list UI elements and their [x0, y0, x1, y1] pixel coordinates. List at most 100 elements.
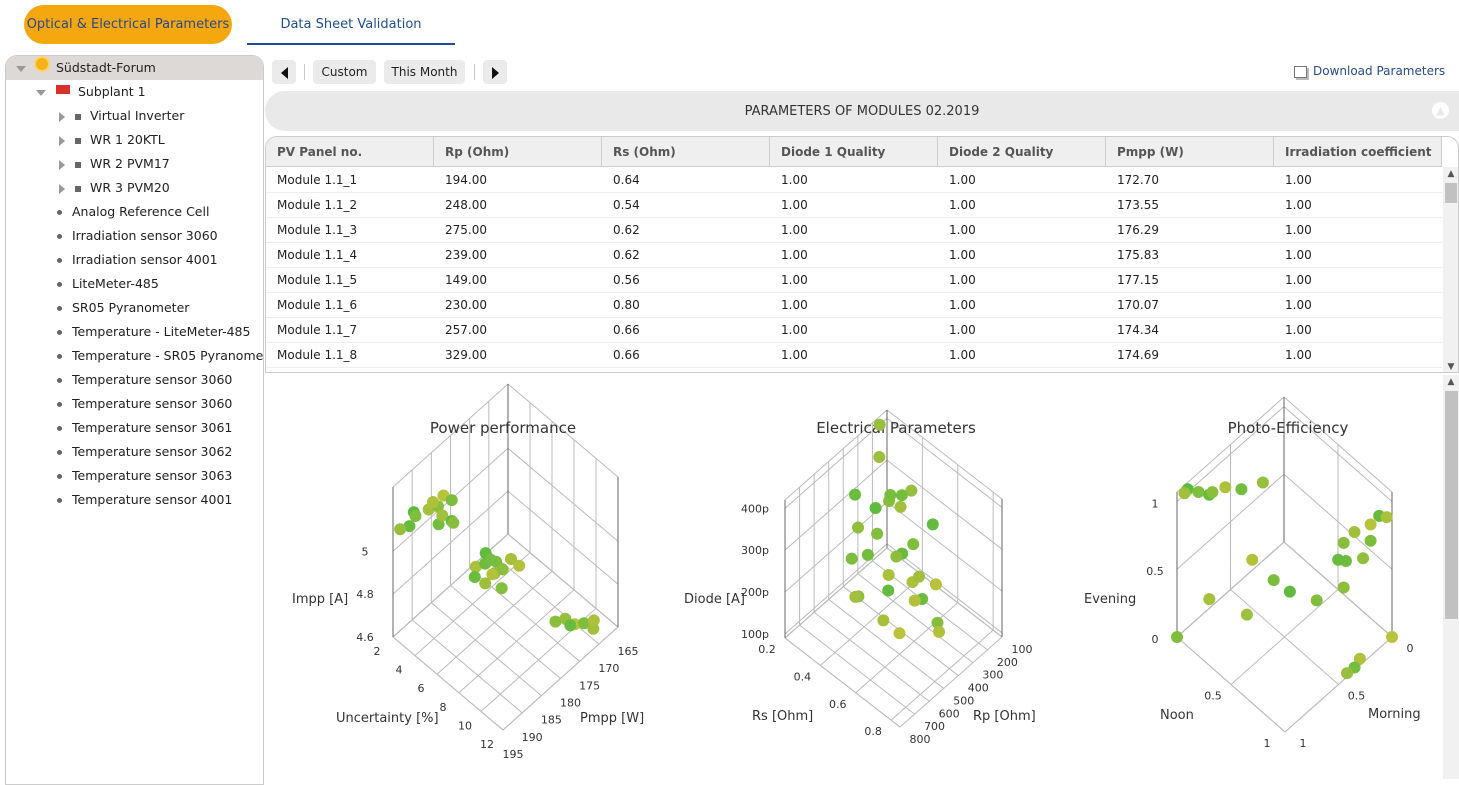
z-tick-label: 100p — [741, 628, 769, 641]
grid-line — [507, 533, 619, 628]
table-row[interactable]: Module 1.1_7 257.00 0.66 1.00 1.00 174.34 1.00 — [266, 318, 1442, 343]
tree-item-sensor[interactable]: Temperature sensor 4001 — [57, 488, 232, 512]
custom-button[interactable]: Custom — [313, 60, 376, 84]
table-row[interactable]: Module 1.1_1 194.00 0.64 1.00 1.00 172.70 1.00 — [266, 168, 1442, 193]
table-row[interactable]: Module 1.1_8 329.00 0.66 1.00 1.00 174.69 1.00 — [266, 343, 1442, 368]
charts-area: Power performance24681012165170175180185… — [292, 383, 1421, 761]
x-tick-label: 12 — [480, 738, 494, 751]
tab-data-sheet-validation[interactable]: Data Sheet Validation — [247, 5, 455, 45]
tab-optical-electrical-parameters[interactable]: Optical & Electrical Parameters — [24, 5, 232, 44]
table-row[interactable]: Module 1.1_3 275.00 0.62 1.00 1.00 176.29 1.00 — [266, 218, 1442, 243]
tree-item-sensor[interactable]: Temperature sensor 3060 — [57, 368, 232, 392]
data-point — [877, 614, 890, 627]
tree-item-sensor[interactable]: Temperature sensor 3063 — [57, 464, 232, 488]
y-tick-label: 165 — [618, 645, 639, 658]
tree-item-inverter[interactable]: WR 2 PVM17 — [59, 152, 170, 176]
table-cell: Module 1.1_8 — [277, 348, 358, 362]
tree-label: Temperature - LiteMeter-485 — [72, 324, 251, 339]
column-header[interactable]: Rp (Ohm) — [434, 137, 602, 167]
table-cell: 170.07 — [1117, 298, 1159, 312]
grid-line — [886, 501, 1003, 592]
download-parameters-link[interactable]: Download Parameters — [1294, 64, 1445, 78]
data-point — [479, 577, 492, 590]
table-row[interactable]: Module 1.1_5 149.00 0.56 1.00 1.00 177.15 1.00 — [266, 268, 1442, 293]
column-header[interactable]: Rs (Ohm) — [602, 137, 770, 167]
scroll-up-icon[interactable]: ▲ — [1444, 377, 1458, 387]
bullet-icon — [57, 330, 62, 335]
tree-item-sensor[interactable]: Temperature sensor 3062 — [57, 440, 232, 464]
table-row[interactable]: Module 1.1_6 230.00 0.80 1.00 1.00 170.07 1.00 — [266, 293, 1442, 318]
parameters-banner: PARAMETERS OF MODULES 02.2019 ▲ — [265, 91, 1459, 131]
column-header[interactable]: Diode 1 Quality — [770, 137, 938, 167]
collapse-arrow-icon[interactable] — [36, 89, 46, 96]
tree-label: WR 3 PVM20 — [90, 180, 170, 195]
tree-item-sensor[interactable]: Temperature sensor 3060 — [57, 392, 232, 416]
expand-arrow-icon[interactable] — [59, 111, 65, 122]
table-row[interactable]: Module 1.1_2 248.00 0.54 1.00 1.00 173.55 1.00 — [266, 193, 1442, 218]
data-point — [1178, 487, 1191, 500]
next-period-button[interactable] — [483, 60, 507, 84]
table-row[interactable]: Module 1.1_4 239.00 0.62 1.00 1.00 175.83 1.00 — [266, 243, 1442, 268]
expand-arrow-icon[interactable] — [59, 135, 65, 146]
tree-item-sensor[interactable]: LiteMeter-485 — [57, 272, 159, 296]
table-cell: Module 1.1_3 — [277, 223, 358, 237]
data-point — [894, 500, 907, 513]
tree-item-sensor[interactable]: Temperature - LiteMeter-485 — [57, 320, 250, 344]
scrollbar-thumb[interactable] — [1445, 183, 1457, 203]
this-month-button[interactable]: This Month — [384, 60, 465, 84]
y-tick-label: 180 — [560, 697, 581, 710]
bullet-icon — [57, 378, 62, 383]
collapse-arrow-icon[interactable] — [16, 65, 26, 72]
page-scrollbar[interactable]: ▲ — [1443, 375, 1459, 779]
tree-item-inverter[interactable]: WR 3 PVM20 — [59, 176, 170, 200]
x-tick-label: 8 — [440, 701, 447, 714]
data-point — [1357, 552, 1370, 565]
data-point — [873, 418, 886, 431]
table-cell: Module 1.1_7 — [277, 323, 358, 337]
tree-item-sensor[interactable]: Irradiation sensor 3060 — [57, 224, 218, 248]
tree-item-inverter[interactable]: WR 1 20KTL — [59, 128, 165, 152]
x-tick-label: 0.4 — [794, 670, 812, 683]
tree-item-sensor[interactable]: Analog Reference Cell — [57, 200, 209, 224]
table-scrollbar[interactable]: ▲ ▼ — [1443, 167, 1458, 372]
y-tick-label: 190 — [522, 731, 543, 744]
tree-item-subplant[interactable]: Subplant 1 — [36, 80, 146, 104]
grid-line — [886, 547, 1003, 638]
tree-item-sensor[interactable]: Temperature - SR05 Pyranometer — [57, 344, 263, 368]
device-icon — [75, 137, 81, 144]
tree-item-sensor[interactable]: SR05 Pyranometer — [57, 296, 189, 320]
table-cell: 0.66 — [613, 323, 640, 337]
column-header[interactable]: Diode 2 Quality — [938, 137, 1106, 167]
divider — [474, 64, 475, 80]
tree-label: Temperature sensor 3063 — [72, 468, 233, 483]
y-tick-label: 300 — [982, 669, 1003, 682]
previous-period-button[interactable] — [272, 60, 296, 84]
data-point — [908, 594, 921, 607]
column-header[interactable]: PV Panel no. — [266, 137, 434, 167]
data-point — [495, 582, 508, 595]
expand-arrow-icon[interactable] — [59, 159, 65, 170]
tree-item-sensor[interactable]: Temperature sensor 3061 — [57, 416, 232, 440]
scrollbar-thumb[interactable] — [1445, 391, 1458, 619]
tree-item-root[interactable]: Südstadt-Forum — [6, 56, 263, 80]
data-point — [587, 614, 600, 627]
x-tick-label: 2 — [374, 645, 381, 658]
collapse-icon[interactable]: ▲ — [1432, 102, 1449, 119]
column-header[interactable]: Pmpp (W) — [1106, 137, 1274, 167]
data-point — [1171, 631, 1183, 643]
table-cell: 1.00 — [781, 173, 808, 187]
table-cell: 149.00 — [445, 273, 487, 287]
bullet-icon — [57, 474, 62, 479]
expand-arrow-icon[interactable] — [59, 183, 65, 194]
table-cell: 0.62 — [613, 223, 640, 237]
column-header[interactable]: Irradiation coefficient — [1274, 137, 1442, 167]
tree-item-sensor[interactable]: Irradiation sensor 4001 — [57, 248, 218, 272]
scroll-up-icon[interactable]: ▲ — [1444, 169, 1458, 179]
data-point — [926, 518, 939, 531]
tree-item-inverter[interactable]: Virtual Inverter — [59, 104, 184, 128]
data-point — [849, 488, 862, 501]
table-cell: 1.00 — [781, 223, 808, 237]
data-point — [447, 516, 460, 529]
scroll-down-icon[interactable]: ▼ — [1444, 362, 1458, 372]
data-point — [852, 521, 865, 534]
